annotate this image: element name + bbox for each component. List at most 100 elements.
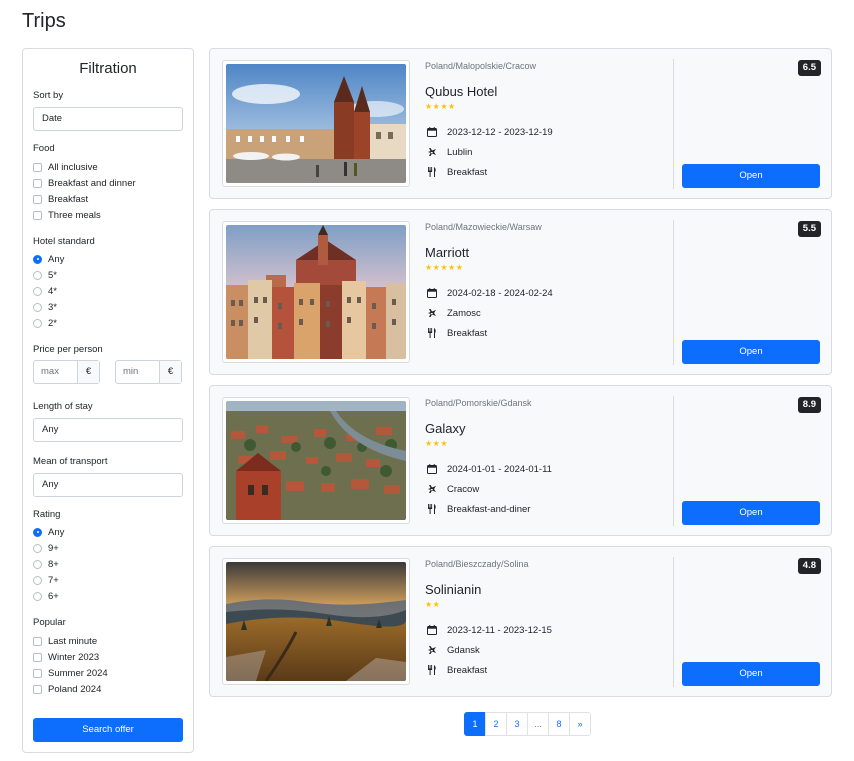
hotel-stars: ★★★ [425,439,449,448]
price-min-group: min € [115,360,182,384]
food-label: Food [33,143,55,154]
open-trip-button[interactable]: Open [682,164,820,188]
radio[interactable] [33,286,42,296]
price-max-input[interactable]: max [34,361,77,383]
price-min-input[interactable]: min [116,361,159,383]
radio[interactable] [33,318,42,328]
popular-last-minute[interactable]: Last minute [33,634,97,648]
dates-text: 2023-12-12 - 2023-12-19 [447,126,553,138]
popular-summer-2024[interactable]: Summer 2024 [33,666,108,680]
rating-badge: 6.5 [797,60,821,76]
hotel-standard-any[interactable]: Any [33,252,64,266]
page-8[interactable]: 8 [548,712,570,736]
food-option-breakfast-and-dinner[interactable]: Breakfast and dinner [33,176,136,190]
trip-food: Breakfast [427,326,487,340]
radio[interactable] [33,575,42,585]
utensils-icon [428,665,436,675]
rating-badge: 5.5 [797,221,821,237]
trip-food: Breakfast [427,663,487,677]
trip-food: Breakfast [427,165,487,179]
pagination: 1 2 3 ... 8 » [464,712,591,736]
rating-label: Rating [33,509,61,520]
currency-addon: € [159,361,181,383]
trip-card: Poland/Mazowieckie/Warsaw Marriott ★★★★★… [209,209,832,375]
utensils-icon [428,504,436,514]
radio-selected[interactable] [33,527,42,537]
trip-photo [222,397,410,524]
search-offer-button[interactable]: Search offer [33,718,183,742]
popular-label: Popular [33,617,66,628]
popular-winter-2023[interactable]: Winter 2023 [33,650,99,664]
calendar-icon [427,288,437,298]
trip-dates: 2023-12-12 - 2023-12-19 [427,125,553,139]
food-text: Breakfast [447,664,488,676]
food-text: Breakfast [447,327,488,339]
checkbox[interactable] [33,668,42,678]
radio[interactable] [33,270,42,280]
price-max-group: max € [33,360,100,384]
sort-by-label: Sort by [33,90,64,101]
radio[interactable] [33,591,42,601]
rating-badge: 8.9 [797,397,821,413]
trip-departure: Lublin [427,145,472,159]
open-trip-button[interactable]: Open [682,501,820,525]
transport-label: Mean of transport [33,456,108,467]
rating-7[interactable]: 7+ [33,573,59,587]
utensils-icon [428,328,436,338]
trip-card: Poland/Pomorskie/Gdansk Galaxy ★★★ 2024-… [209,385,832,536]
checkbox[interactable] [33,178,42,188]
hotel-standard-label: Hotel standard [33,236,95,247]
checkbox[interactable] [33,636,42,646]
dates-text: 2023-12-11 - 2023-12-15 [447,624,552,636]
trip-dates: 2024-02-18 - 2024-02-24 [427,286,553,300]
calendar-icon [427,625,437,635]
checkbox[interactable] [33,684,42,694]
next-page-button[interactable]: » [569,712,591,736]
rating-any[interactable]: Any [33,525,64,539]
radio-selected[interactable] [33,254,42,264]
page-2[interactable]: 2 [485,712,507,736]
open-trip-button[interactable]: Open [682,340,820,364]
currency-addon: € [77,361,99,383]
trip-departure: Gdansk [427,643,480,657]
checkbox[interactable] [33,652,42,662]
trip-photo [222,558,410,685]
hotel-name: Marriott [425,245,470,260]
checkbox[interactable] [33,194,42,204]
hotel-name: Solinianin [425,582,482,597]
trip-departure: Cracow [427,482,479,496]
open-trip-button[interactable]: Open [682,662,820,686]
food-text: Breakfast [447,166,488,178]
hotel-standard-4[interactable]: 4* [33,284,57,298]
hotel-standard-5[interactable]: 5* [33,268,57,282]
transport-select[interactable]: Any [33,473,183,497]
checkbox[interactable] [33,162,42,172]
popular-poland-2024[interactable]: Poland 2024 [33,682,101,696]
rating-9[interactable]: 9+ [33,541,59,555]
radio[interactable] [33,559,42,569]
divider [673,557,674,687]
radio[interactable] [33,543,42,553]
length-of-stay-select[interactable]: Any [33,418,183,442]
hotel-stars: ★★ [425,600,441,609]
radio[interactable] [33,302,42,312]
sort-by-select[interactable]: Date [33,107,183,131]
rating-6[interactable]: 6+ [33,589,59,603]
food-option-breakfast[interactable]: Breakfast [33,192,88,206]
page-1[interactable]: 1 [464,712,486,736]
page-title: Trips [22,10,66,32]
trip-card: Poland/Bieszczady/Solina Solinianin ★★ 2… [209,546,832,697]
plane-icon [428,148,436,156]
hotel-standard-2[interactable]: 2* [33,316,57,330]
trip-location: Poland/Malopolskie/Cracow [425,61,537,71]
departure-text: Zamosc [447,307,481,319]
food-option-three-meals[interactable]: Three meals [33,208,101,222]
hotel-standard-3[interactable]: 3* [33,300,57,314]
hotel-stars: ★★★★ [425,102,456,111]
hotel-name: Qubus Hotel [425,84,498,99]
rating-8[interactable]: 8+ [33,557,59,571]
checkbox[interactable] [33,210,42,220]
page-3[interactable]: 3 [506,712,528,736]
food-option-all-inclusive[interactable]: All inclusive [33,160,98,174]
hotel-name: Galaxy [425,421,466,436]
